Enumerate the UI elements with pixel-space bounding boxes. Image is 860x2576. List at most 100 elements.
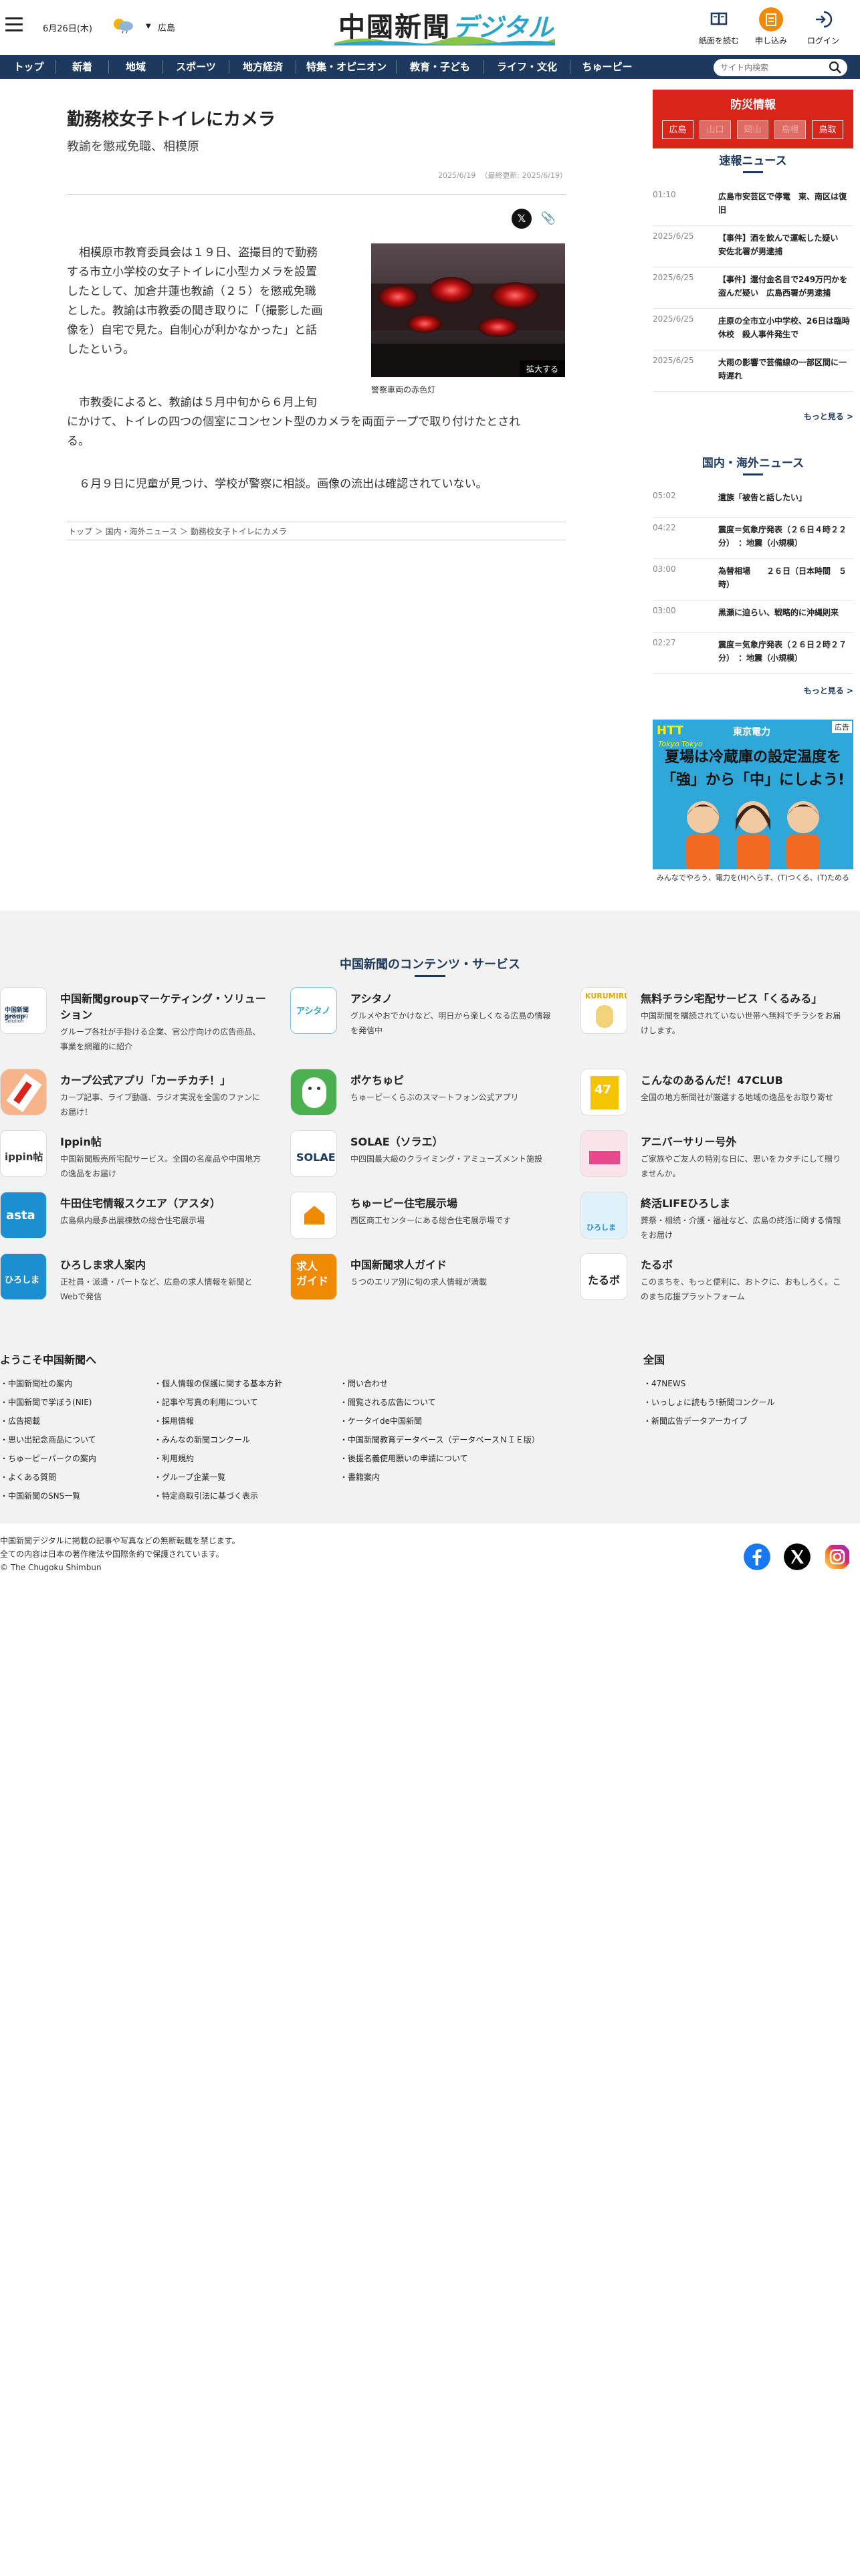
ad-brand: HTT (657, 724, 684, 738)
read-paper-button[interactable]: 紙面を読む (695, 7, 742, 46)
list-item[interactable]: 03:00 為替相場 ２６日（日本時間 ５時） (653, 564, 853, 601)
service-item[interactable]: asta 牛田住宅情報スクエア（アスタ） 広島県内最多出展棟数の総合住宅展示場 (0, 1192, 267, 1245)
service-item[interactable]: たるボ たるボ このまちを、もっと便利に、おトクに、おもしろく。このまち応援プラ… (580, 1253, 848, 1307)
footer-link[interactable]: ・記事や写真の利用について (154, 1396, 258, 1408)
photo-zoom-button[interactable]: 拡大する (519, 360, 565, 377)
breadcrumb: トップ ＞ 国内・海外ニュース ＞ 勤務校女子トイレにカメラ (67, 522, 566, 540)
police-light-image (371, 243, 565, 377)
service-item[interactable]: 中国新聞group Marketing Solution 中国新聞groupマーケ… (0, 987, 267, 1051)
pref-tottori[interactable]: 鳥取 (812, 120, 843, 139)
service-item[interactable]: ポケちゅピ ちゅーピーくらぶのスマートフォン公式アプリ (290, 1069, 558, 1122)
search-input[interactable] (720, 60, 827, 75)
service-item[interactable]: アニバーサリー号外 ご家族やご友人の特別な日に、思いをカタチにして贈りませんか。 (580, 1130, 848, 1184)
pref-okayama[interactable]: 岡山 (737, 120, 768, 139)
service-item[interactable]: SOLAE SOLAE（ソラエ） 中四国最大級のクライミング・アミューズメント施… (290, 1130, 558, 1184)
article-dates: 2025/6/19 （最終更新: 2025/6/19） (437, 171, 567, 180)
list-item[interactable]: 02:27 震度＝気象庁発表（２６日２時２７分） ：地震（小規模） (653, 638, 853, 674)
footer-link[interactable]: ・書籍案内 (340, 1471, 380, 1483)
pref-yamaguchi[interactable]: 山口 (700, 120, 731, 139)
login-button[interactable]: ログイン (800, 7, 847, 46)
footer-national-title: 全国 (643, 1354, 665, 1366)
breadcrumb-category[interactable]: 国内・海外ニュース (106, 527, 177, 536)
pref-shimane[interactable]: 島根 (774, 120, 806, 139)
nav-item-chupy[interactable]: ちゅーピー (574, 55, 641, 79)
nav-item-top[interactable]: トップ (5, 55, 52, 79)
footer-link[interactable]: ・採用情報 (154, 1415, 194, 1426)
asta-logo-icon: asta (0, 1192, 47, 1239)
facebook-icon[interactable] (744, 1543, 770, 1570)
header-date: 6月26日(木) (43, 24, 92, 34)
ad-banner[interactable]: 広告 HTT Tokyo Tokyo 東京電力 夏場は冷蔵庫の設定温度を 「強」… (653, 720, 853, 887)
footer-link[interactable]: ・中国新聞社の案内 (0, 1378, 72, 1389)
nav-item-life[interactable]: ライフ・文化 (487, 55, 567, 79)
weather-dropdown-icon[interactable]: ▼ (146, 23, 151, 30)
ad-person-icon (686, 801, 720, 871)
footer-link[interactable]: ・中国新聞で学ぼう(NIE) (0, 1396, 92, 1408)
tarubo-logo-icon: たるボ (580, 1253, 627, 1300)
pref-hiroshima[interactable]: 広島 (662, 120, 693, 139)
footer-link[interactable]: ・いっしょに読もう!新聞コンクール (643, 1396, 774, 1408)
kurumiru-logo-icon: KURUMIRU (580, 987, 627, 1034)
footer-link[interactable]: ・グループ企業一覧 (154, 1471, 225, 1483)
47club-logo-icon: 47 (580, 1069, 627, 1115)
footer-link[interactable]: ・思い出記念商品について (0, 1434, 96, 1445)
list-item[interactable]: 04:22 震度＝気象庁発表（２６日４時２２分） ：地震（小規模） (653, 523, 853, 559)
search-icon[interactable] (829, 61, 842, 74)
footer-link[interactable]: ・新聞広告データアーカイブ (643, 1415, 747, 1426)
instagram-icon[interactable] (824, 1543, 851, 1570)
list-item[interactable]: 2025/6/25 大雨の影響で芸備線の一部区間に一時遅れ (653, 356, 853, 392)
service-item[interactable]: 47 こんなのあるんだ！47CLUB 全国の地方新聞社が厳選する地域の逸品をお取… (580, 1069, 848, 1122)
nav-item-region[interactable]: 地域 (112, 55, 159, 79)
service-item[interactable]: ひろしま 終活LIFEひろしま 葬祭・相続・介護・福祉など、広島の終活に関する情… (580, 1192, 848, 1245)
hamburger-menu-icon[interactable] (5, 17, 23, 32)
footer-link[interactable]: ・特定商取引法に基づく表示 (154, 1490, 258, 1501)
share-x-button[interactable]: 𝕏 (512, 209, 532, 229)
list-item[interactable]: 05:02 遺族「被告と話したい」 (653, 491, 853, 518)
footer-link[interactable]: ・ちゅーピーパークの案内 (0, 1453, 96, 1464)
copy-link-button[interactable]: 📎 (538, 209, 558, 229)
pokechupi-icon (290, 1069, 337, 1115)
list-item[interactable]: 01:10 広島市安芸区で停電 東、南区は復旧 (653, 190, 853, 226)
nav-item-economy[interactable]: 地方経済 (233, 55, 293, 79)
service-item[interactable]: ippin帖 Ippin帖 中国新聞販売所宅配サービス。全国の名産品や中国地方の… (0, 1130, 267, 1184)
footer-link[interactable]: ・ケータイde中国新聞 (340, 1415, 422, 1426)
service-item[interactable]: ちゅーピー住宅展示場 西区商工センターにある総合住宅展示場です (290, 1192, 558, 1245)
breadcrumb-top[interactable]: トップ (68, 527, 92, 536)
footer-link[interactable]: ・よくある質問 (0, 1471, 56, 1483)
list-item[interactable]: 2025/6/25 【事件】還付金名目で249万円かを盗んだ疑い 広島西署が男逮… (653, 273, 853, 309)
service-item[interactable]: アシタノ アシタノ グルメやおでかけなど、明日から楽しくなる広島の情報を発信中 (290, 987, 558, 1041)
nav-item-new[interactable]: 新着 (59, 55, 106, 79)
weather-city[interactable]: 広島 (158, 21, 175, 33)
footer-link[interactable]: ・みんなの新聞コンクール (154, 1434, 250, 1445)
footer-link[interactable]: ・広告掲載 (0, 1415, 40, 1426)
list-item[interactable]: 2025/6/25 【事件】酒を飲んで運転した疑い 安佐北署が男逮捕 (653, 231, 853, 267)
article-photo[interactable]: 拡大する (371, 243, 565, 377)
footer-link[interactable]: ・利用規約 (154, 1453, 194, 1464)
footer-link[interactable]: ・問い合わせ (340, 1378, 388, 1389)
world-more-link[interactable]: もっと見る > (804, 685, 853, 696)
subscribe-icon (759, 7, 783, 31)
service-item[interactable]: ひろしま ひろしま求人案内 正社員・派遣・パートなど、広島の求人情報を新聞とWe… (0, 1253, 267, 1307)
footer-link[interactable]: ・中国新聞教育データベース（データベースＮＩＥ版） (340, 1434, 540, 1445)
list-item[interactable]: 03:00 黒瀬に迫らい、戦略的に沖縄則来 (653, 606, 853, 633)
footer-link[interactable]: ・閲覧される広告について (340, 1396, 436, 1408)
service-item[interactable]: カープ公式アプリ「カーチカチ！」 カープ記事、ライブ動画、ラジオ実況を全国のファ… (0, 1069, 267, 1122)
breaking-more-link[interactable]: もっと見る > (804, 411, 853, 422)
footer-link[interactable]: ・中国新聞のSNS一覧 (0, 1490, 80, 1501)
nav-item-opinion[interactable]: 特集・オピニオン (300, 55, 393, 79)
subscribe-button[interactable]: 申し込み (748, 7, 794, 46)
service-item[interactable]: KURUMIRU 無料チラシ宅配サービス「くるみる」 中国新聞を購読されていない… (580, 987, 848, 1041)
site-logo[interactable]: 中國新聞 デジタル (334, 4, 555, 45)
footer-link[interactable]: ・後援名義使用願いの申請について (340, 1453, 468, 1464)
footer-link[interactable]: ・個人情報の保護に関する基本方針 (154, 1378, 282, 1389)
service-item[interactable]: 求人 ガイド 中国新聞求人ガイド ５つのエリア別に旬の求人情報が満載 (290, 1253, 558, 1307)
x-twitter-icon[interactable] (784, 1543, 811, 1570)
nav-item-education[interactable]: 教育・子ども (400, 55, 480, 79)
nav-item-sports[interactable]: スポーツ (166, 55, 226, 79)
login-icon (816, 11, 833, 28)
services-title: 中国新聞のコンテンツ・サービス (340, 958, 520, 972)
list-item[interactable]: 2025/6/25 庄原の全市立小中学校、26日は臨時休校 殺人事件発生で (653, 314, 853, 350)
world-news-title: 国内・海外ニュース (702, 457, 804, 470)
footer-link[interactable]: ・47NEWS (643, 1378, 685, 1389)
ad-person-icon (736, 801, 770, 871)
